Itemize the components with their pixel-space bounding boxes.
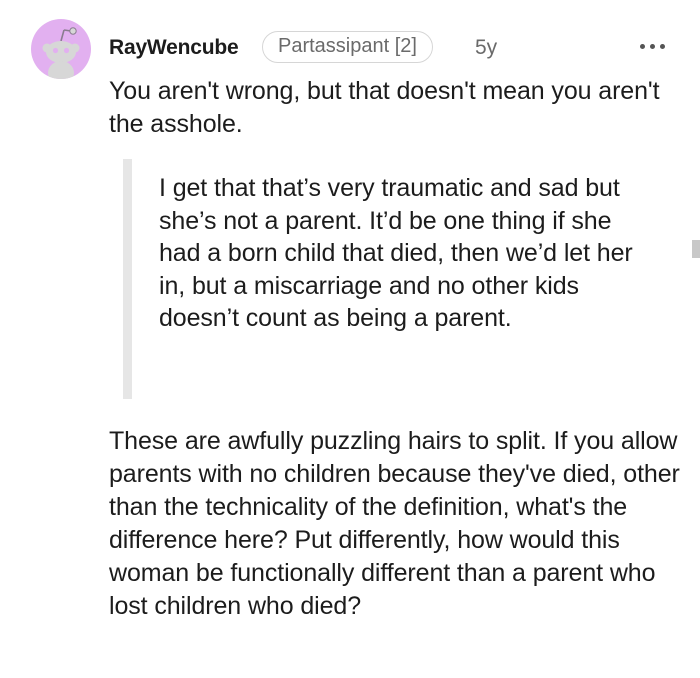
comment-paragraph: These are awfully puzzling hairs to spli… bbox=[109, 427, 680, 620]
more-options-icon[interactable] bbox=[636, 38, 670, 58]
user-flair-badge: Partassipant [2] bbox=[262, 31, 433, 63]
more-dot bbox=[650, 44, 655, 49]
more-dot bbox=[640, 44, 645, 49]
comment-blockquote: I get that that’s very traumatic and sad… bbox=[159, 174, 633, 332]
reddit-snoo-avatar-icon bbox=[42, 27, 80, 79]
comment-author[interactable]: RayWencube bbox=[109, 36, 239, 60]
scroll-indicator bbox=[692, 240, 700, 258]
more-dot bbox=[660, 44, 665, 49]
blockquote-bar bbox=[123, 159, 132, 399]
comment-age: 5y bbox=[475, 36, 498, 59]
user-avatar[interactable] bbox=[31, 19, 91, 79]
comment-paragraph: You aren't wrong, but that doesn't mean … bbox=[109, 77, 660, 138]
